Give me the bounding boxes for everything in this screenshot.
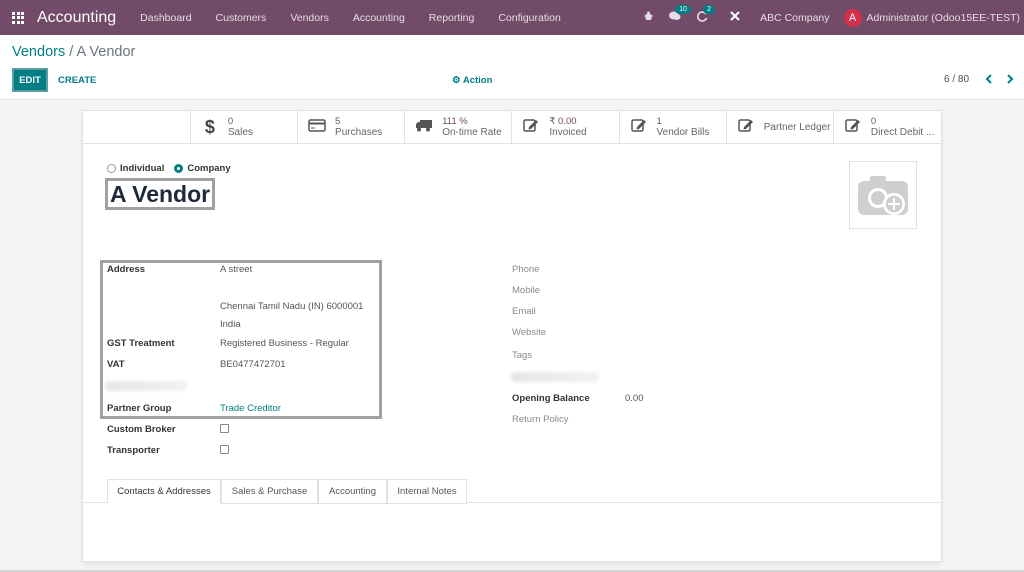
avatar-upload[interactable] [849,161,917,229]
phone-label: Phone [512,264,540,275]
edit-icon [737,118,755,136]
partner-group-link[interactable]: Trade Creditor [220,403,281,414]
stat-label: On-time Rate [442,127,502,138]
return-policy-label: Return Policy [512,414,569,425]
opening-balance-label: Opening Balance [512,393,590,404]
stat-label: Sales [227,127,253,138]
breadcrumb: Vendors / A Vendor [12,44,135,60]
action-label: Action [462,75,493,86]
top-navbar: Accounting Dashboard Customers Vendors A… [0,0,1024,35]
breadcrumb-vendors[interactable]: Vendors [12,44,65,60]
vat-label: VAT [107,359,125,370]
stat-value: 0 [870,116,877,127]
menu-customers[interactable]: Customers [216,12,267,24]
control-panel: Vendors / A Vendor EDIT CREATE ⚙ Action … [0,35,1024,100]
website-label: Website [512,327,547,338]
partner-name: A Vendor [105,178,216,210]
radio-individual-label[interactable]: Individual [120,163,164,174]
gst-treatment-label: GST Treatment [107,338,175,349]
gst-treatment-field[interactable]: Registered Business - Regular [220,338,349,349]
pager-next-button[interactable] [1006,72,1014,87]
breadcrumb-separator: / [69,44,74,60]
blurred-field [511,372,599,382]
ontime-rate-stat-button[interactable]: 111 % On-time Rate [405,111,513,143]
stat-label: Purchases [335,127,383,138]
edit-button[interactable]: EDIT [12,68,48,92]
edit-icon [630,118,648,136]
tab-sales-purchase[interactable]: Sales & Purchase [221,479,318,504]
notebook-tabs: Contacts & Addresses Sales & Purchase Ac… [83,479,941,504]
radio-company-label[interactable]: Company [187,163,230,174]
tags-label: Tags [512,350,533,361]
transporter-label: Transporter [107,445,160,456]
tab-accounting[interactable]: Accounting [318,479,387,504]
edit-icon [844,118,862,136]
pager-previous-button[interactable] [985,72,993,87]
form-sheet: $ 0 Sales 5 Purchases 111 % On-time Rate ₹ … [82,110,942,562]
create-button[interactable]: CREATE [58,75,96,86]
tools-icon[interactable] [730,11,740,24]
city-state-zip-field[interactable]: Chennai Tamil Nadu (IN) 6000001 [220,301,363,312]
stat-value: 1 [656,116,662,127]
mobile-label: Mobile [512,285,540,296]
menu-configuration[interactable]: Configuration [498,12,560,24]
stat-value: 111 % [442,116,468,127]
blurred-field [105,381,187,391]
stat-label: Vendor Bills [656,127,710,138]
chat-icon[interactable]: 10 [669,5,691,24]
email-label: Email [512,306,536,317]
radio-company[interactable] [174,164,184,173]
opening-balance-value: 0.00 [625,393,644,404]
address-label: Address [107,264,146,275]
smart-button-box: $ 0 Sales 5 Purchases 111 % On-time Rate ₹ … [83,111,941,144]
activity-badge: 2 [703,4,715,14]
gear-icon: ⚙ [452,75,461,86]
custom-broker-label: Custom Broker [107,424,176,435]
user-menu[interactable]: Administrator (Odoo15EE-TEST) [867,12,1020,24]
menu-accounting[interactable]: Accounting [353,12,405,24]
partner-ledger-stat-button[interactable]: Partner Ledger [727,111,834,143]
chat-badge: 10 [675,5,691,14]
purchases-stat-button[interactable]: 5 Purchases [298,111,406,143]
bug-icon[interactable] [644,11,654,24]
menu-dashboard[interactable]: Dashboard [140,12,191,24]
app-name[interactable]: Accounting [37,9,116,27]
dollar-icon: $ [204,116,215,137]
partner-group-label: Partner Group [107,403,172,414]
stat-value: 5 [335,116,341,127]
stat-label: Direct Debit ... [870,127,935,138]
user-avatar[interactable]: A [843,8,862,27]
vat-field[interactable]: BE0477472701 [220,359,286,370]
country-field[interactable]: India [220,319,241,330]
truck-icon [415,119,433,136]
company-switcher[interactable]: ABC Company [760,12,829,24]
sales-stat-button[interactable]: $ 0 Sales [191,111,299,143]
street-field[interactable]: A street [220,264,252,275]
tab-contacts-addresses[interactable]: Contacts & Addresses [107,479,221,504]
credit-card-icon [308,118,326,136]
edit-icon [522,118,540,136]
custom-broker-checkbox[interactable] [220,424,229,433]
breadcrumb-current: A Vendor [76,44,136,60]
menu-reporting[interactable]: Reporting [429,12,475,24]
vendor-bills-stat-button[interactable]: 1 Vendor Bills [620,111,727,143]
camera-plus-icon [858,176,908,215]
stat-value: 0 [227,116,234,127]
tab-internal-notes[interactable]: Internal Notes [387,479,467,504]
action-menu-button[interactable]: ⚙ Action [452,75,492,86]
direct-debit-stat-button[interactable]: 0 Direct Debit ... [834,111,941,143]
pager-value[interactable]: 6 / 80 [944,74,969,85]
stat-label: Invoiced [549,127,587,138]
apps-menu-icon[interactable] [12,11,24,24]
stat-value: ₹ 0.00 [549,116,577,127]
company-type-radio-group: Individual Company [107,163,241,174]
menu-vendors[interactable]: Vendors [290,12,329,24]
invoiced-stat-button[interactable]: ₹ 0.00 Invoiced [512,111,620,143]
radio-individual[interactable] [107,164,116,173]
stat-label: Partner Ledger [763,121,831,133]
transporter-checkbox[interactable] [220,445,229,454]
activity-icon[interactable]: 2 [697,4,715,25]
